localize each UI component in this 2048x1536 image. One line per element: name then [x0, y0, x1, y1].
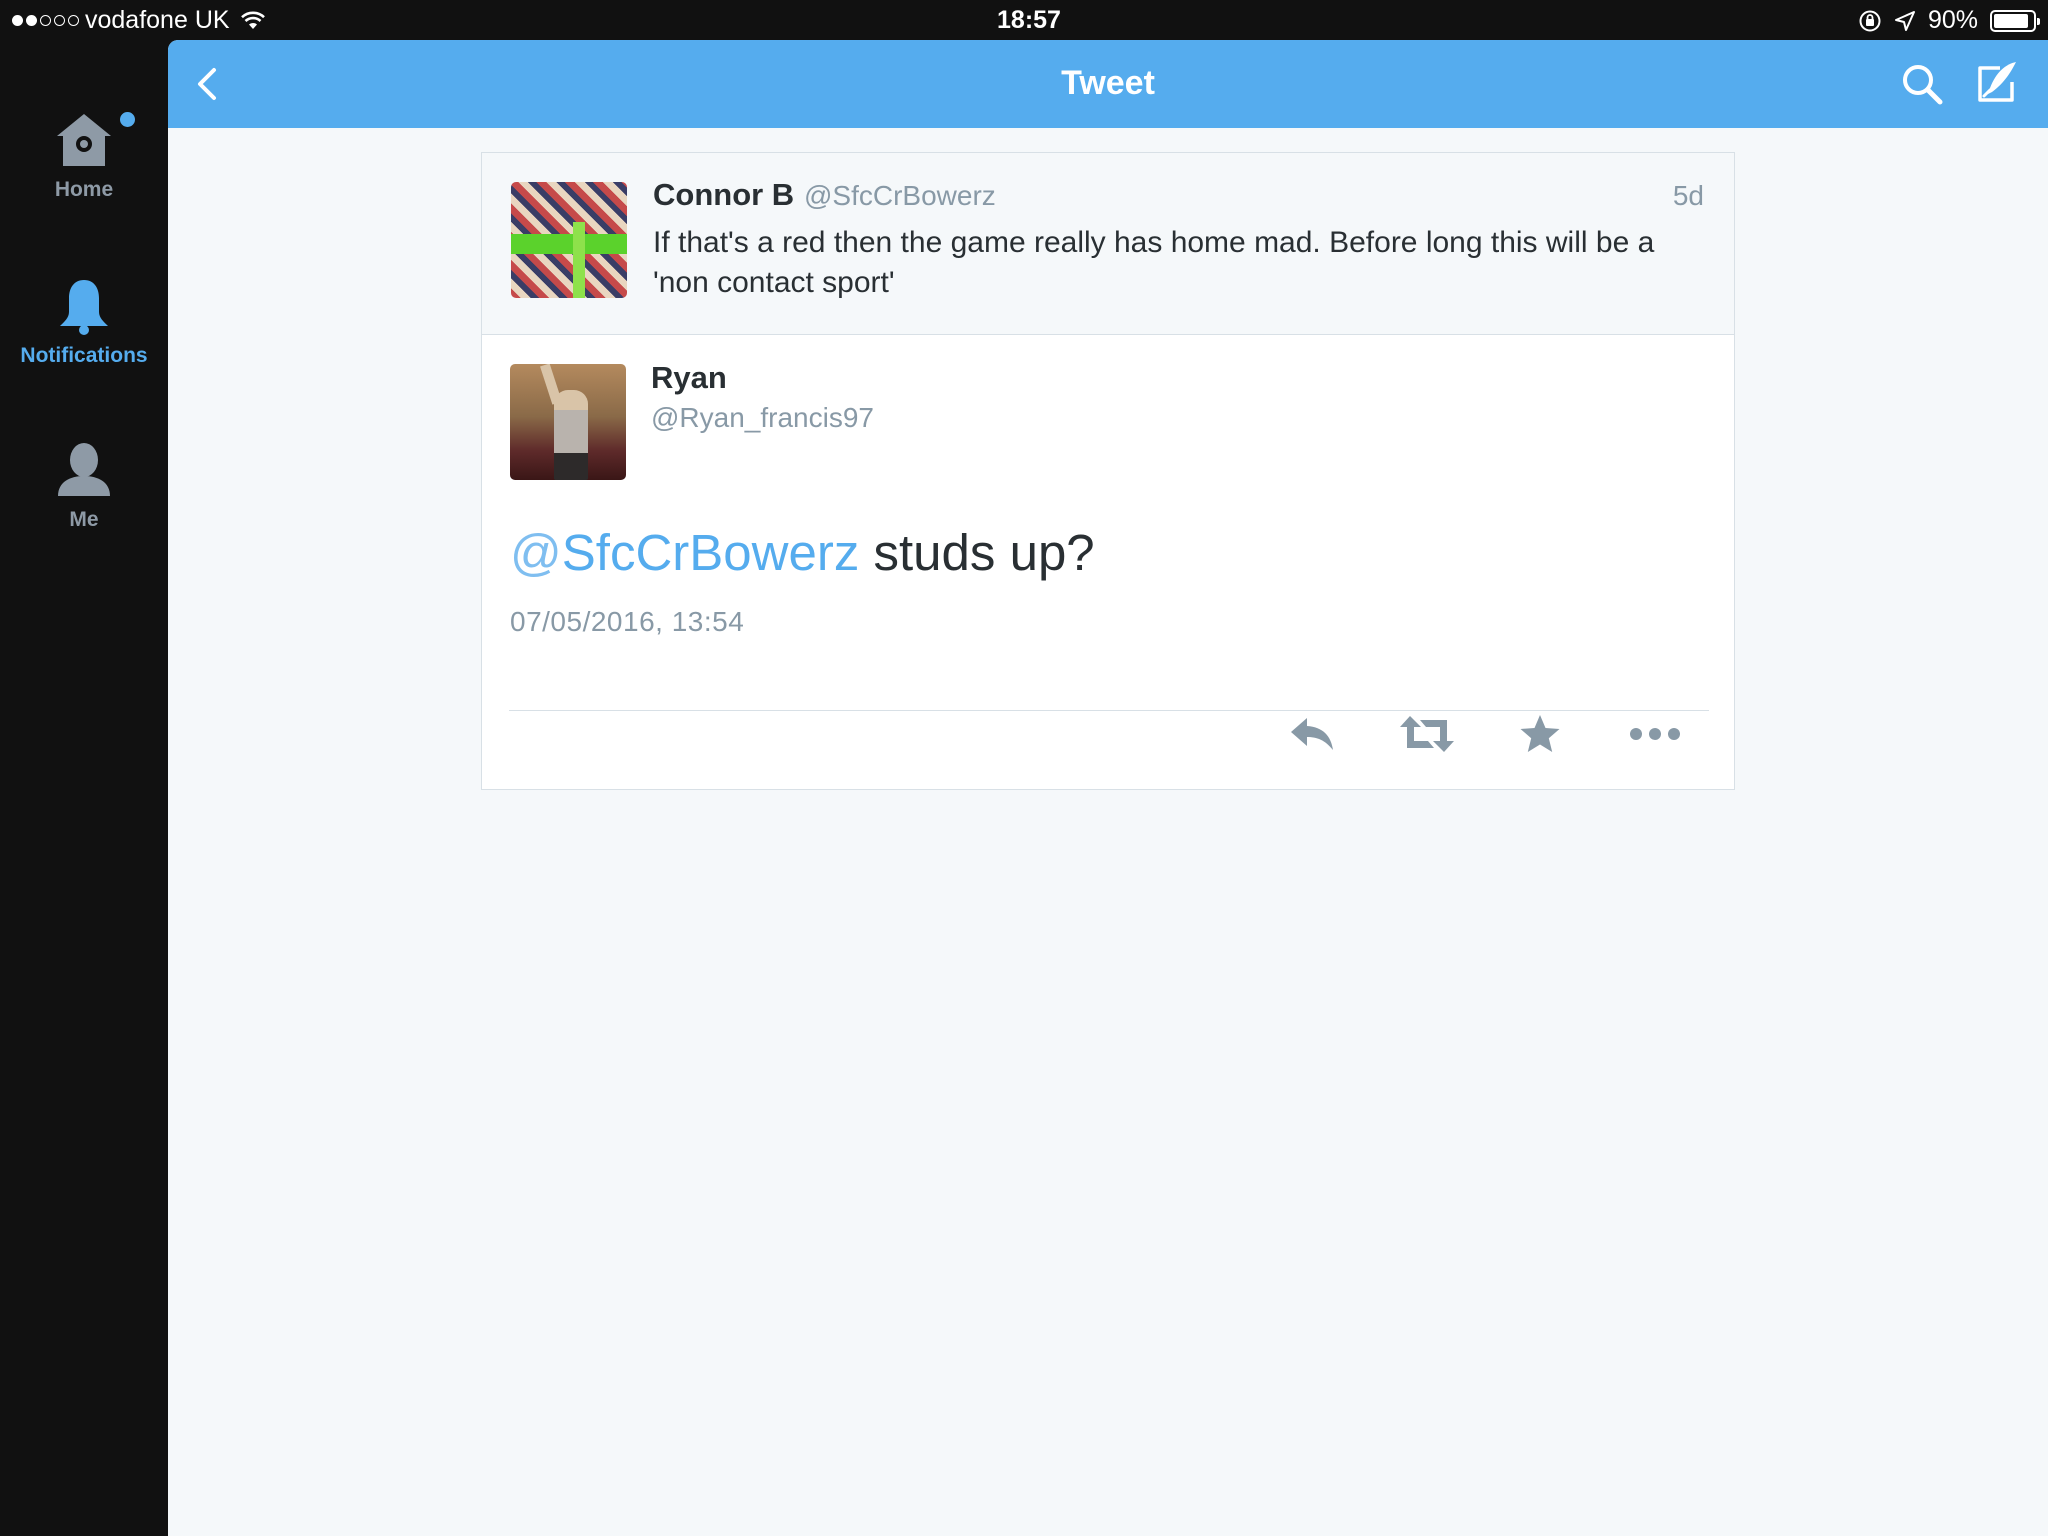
tweet-body: studs up? [859, 524, 1095, 581]
author-name: Connor B [653, 177, 795, 212]
clock: 18:57 [997, 6, 1061, 34]
navbar: Tweet [168, 40, 2048, 128]
compose-tweet-button[interactable] [1972, 58, 2022, 108]
more-options-button[interactable] [1625, 704, 1685, 764]
battery-percent: 90% [1927, 6, 1978, 34]
parent-tweet[interactable]: Connor B @SfcCrBowerz 5d If that's a red… [482, 153, 1734, 335]
author-name: Ryan [651, 360, 727, 395]
avatar[interactable] [511, 182, 627, 298]
tweet-age: 5d [1672, 180, 1704, 211]
location-arrow-icon [1894, 10, 1915, 31]
tweet-text: @SfcCrBowerz studs up? [510, 523, 1095, 583]
sidebar-item-label: Notifications [20, 344, 148, 367]
page-title: Tweet [1061, 64, 1155, 102]
favorite-button[interactable] [1510, 704, 1570, 764]
sidebar-item-me[interactable]: Me [0, 440, 168, 532]
star-icon [1520, 715, 1560, 752]
tweet-text: If that's a red then the game really has… [653, 226, 1655, 299]
sidebar-item-home[interactable]: Home [0, 110, 168, 202]
battery-icon [1990, 9, 2040, 32]
home-icon [57, 114, 111, 166]
rotation-lock-icon [1859, 10, 1881, 31]
home-badge-dot [120, 112, 135, 127]
mention-link[interactable]: @SfcCrBowerz [510, 524, 859, 581]
status-bar: vodafone UK 18:57 90% [0, 0, 2048, 40]
tweet-card: Connor B @SfcCrBowerz 5d If that's a red… [481, 152, 1735, 790]
reply-button[interactable] [1282, 704, 1342, 764]
sidebar-item-notifications[interactable]: Notifications [0, 276, 168, 368]
reply-icon [1291, 718, 1333, 750]
person-icon [58, 443, 110, 496]
sidebar-item-label: Me [69, 508, 99, 531]
tweet-timestamp: 07/05/2016, 13:54 [510, 606, 745, 637]
bell-icon [60, 280, 108, 335]
search-button[interactable] [1898, 60, 1946, 108]
retweet-button[interactable] [1397, 704, 1457, 764]
avatar[interactable] [510, 364, 626, 480]
status-right: 90% [1858, 6, 2040, 35]
retweet-icon [1400, 716, 1454, 752]
sidebar-item-label: Home [54, 178, 114, 201]
more-dots-icon [1630, 728, 1680, 740]
author-handle: @SfcCrBowerz [804, 180, 996, 211]
sidebar: Home Notifications Me [0, 40, 168, 1536]
author-handle: @Ryan_francis97 [651, 402, 874, 433]
